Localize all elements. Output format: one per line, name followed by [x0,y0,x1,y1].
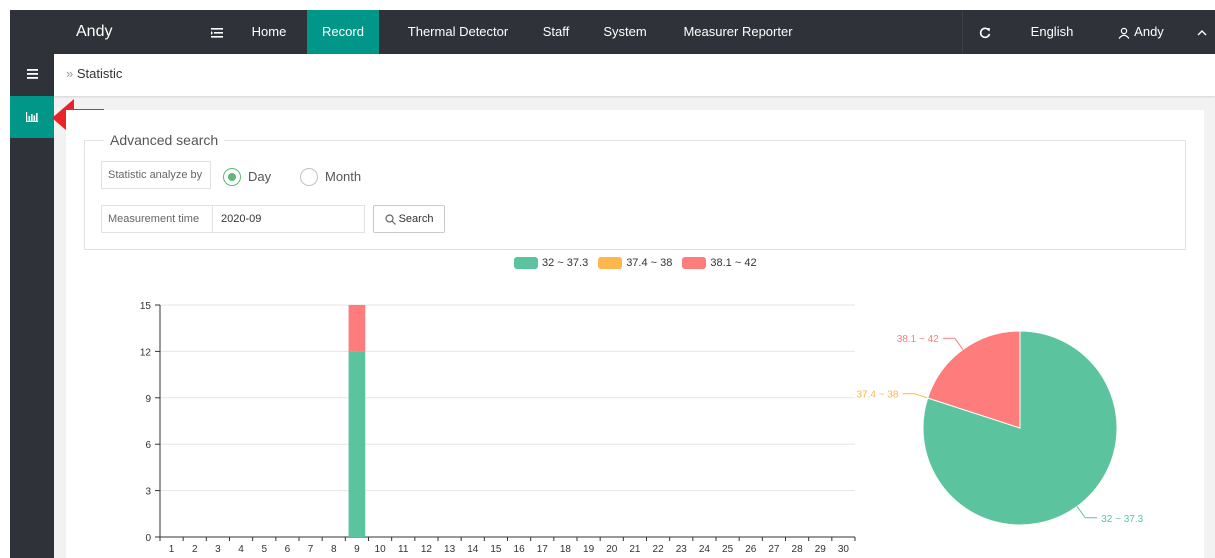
refresh-button[interactable] [962,10,1006,54]
refresh-icon [979,27,990,38]
sidebar-toggle-button[interactable] [10,54,54,96]
search-button-label: Search [398,213,434,225]
language-select[interactable]: English [1018,10,1086,54]
analyze-by-label: Statistic analyze by [101,161,211,189]
legend-swatch [514,257,538,269]
legend-swatch [682,257,707,269]
legend-item[interactable]: 37.4 ~ 38 [598,257,672,269]
nav-record[interactable]: Record [307,10,379,54]
collapse-button[interactable] [1190,10,1214,54]
legend-label: 32 ~ 37.3 [542,257,589,269]
measurement-time-input[interactable]: 2020-09 [213,205,365,233]
radio-day-label[interactable]: Day [248,168,271,186]
user-icon [1118,27,1130,39]
legend-swatch [598,257,623,269]
bar-chart-icon [26,112,38,122]
legend-label: 38.1 ~ 42 [710,257,757,269]
radio-month[interactable] [300,168,318,186]
nav-home[interactable]: Home [242,10,296,54]
nav-thermal-detector[interactable]: Thermal Detector [391,10,525,54]
advanced-search-title: Advanced search [104,131,225,149]
radio-month-label[interactable]: Month [325,168,361,186]
user-menu[interactable]: Andy [1094,10,1188,54]
hamburger-icon [26,69,38,79]
left-sidebar [10,54,54,558]
brand-name: Andy [76,23,113,40]
radio-day[interactable] [223,168,241,186]
legend-item[interactable]: 38.1 ~ 42 [682,257,757,269]
legend-label: 37.4 ~ 38 [626,257,673,269]
top-navbar: Andy Home Record Thermal Detector Staff … [10,10,1215,54]
search-button[interactable]: Search [373,205,445,233]
breadcrumb-separator-icon: » [66,66,74,81]
side-toggle-button[interactable] [195,10,239,54]
chevron-up-icon [1197,29,1207,36]
search-icon [384,213,396,225]
measurement-time-label: Measurement time [101,205,213,233]
menu-fold-icon [211,27,223,38]
sidebar-item-statistic[interactable] [10,96,54,138]
user-name: Andy [1134,24,1164,39]
nav-measurer-reporter[interactable]: Measurer Reporter [671,10,805,54]
legend-item[interactable]: 32 ~ 37.3 [514,257,588,269]
breadcrumb: » Statistic [54,54,1215,96]
chart-legend: 32 ~ 37.3 37.4 ~ 38 38.1 ~ 42 [514,256,767,270]
nav-staff[interactable]: Staff [532,10,580,54]
breadcrumb-current: Statistic [76,66,123,81]
advanced-search-panel [84,140,1186,250]
nav-system[interactable]: System [594,10,656,54]
